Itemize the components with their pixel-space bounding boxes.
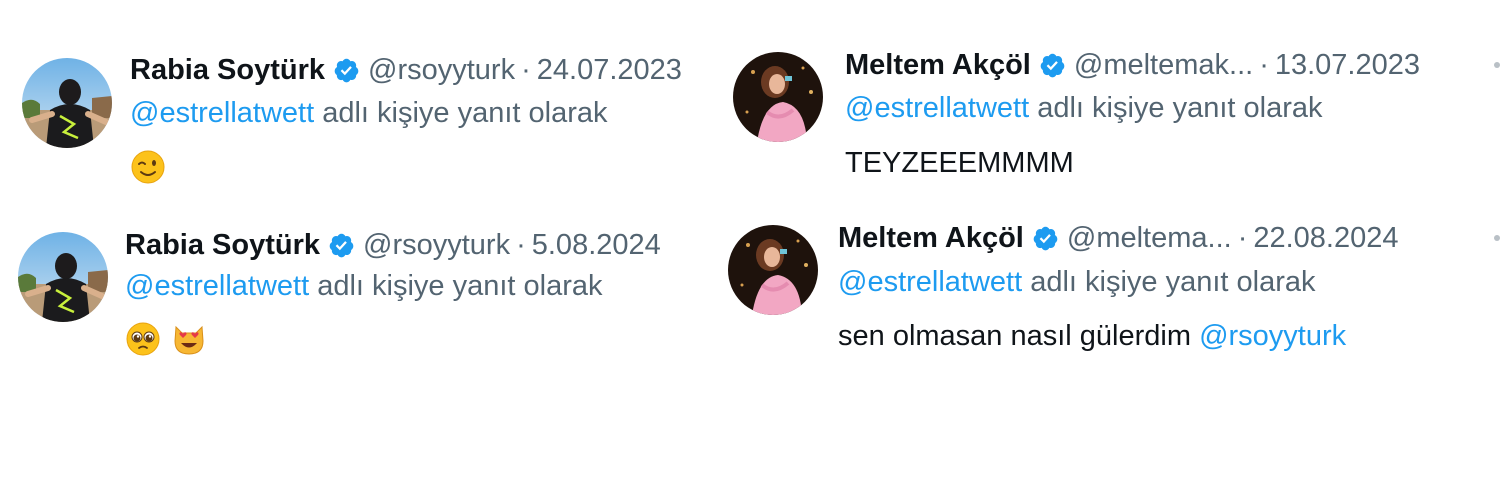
user-handle[interactable]: @meltemak... xyxy=(1074,47,1253,83)
avatar-rabia-image xyxy=(18,232,108,322)
verified-badge-icon xyxy=(1033,226,1058,250)
reply-mention-link[interactable]: @estrellatwett xyxy=(125,270,309,302)
tweet-date[interactable]: 24.07.2023 xyxy=(537,52,682,88)
winking-face-emoji xyxy=(131,150,165,184)
avatar-rabia-image xyxy=(22,58,112,148)
avatar-meltem[interactable] xyxy=(728,225,818,315)
tweet-body xyxy=(125,320,217,357)
separator-dot: · xyxy=(1237,222,1248,254)
reply-context: @estrellatwett adlı kişiye yanıt olarak xyxy=(838,264,1316,300)
verified-badge-icon xyxy=(334,58,359,82)
reply-mention-link[interactable]: @estrellatwett xyxy=(845,92,1029,124)
avatar-meltem[interactable] xyxy=(733,52,823,142)
tweet-date[interactable]: 5.08.2024 xyxy=(532,227,661,263)
tweet-body xyxy=(130,148,176,185)
reply-context-text: adlı kişiye yanıt olarak xyxy=(314,97,608,129)
avatar-rabia[interactable] xyxy=(22,58,112,148)
tweet-header: Rabia Soytürk @rsoyyturk · 5.08.2024 xyxy=(125,227,661,263)
verified-badge-icon xyxy=(1040,53,1065,77)
separator-dot: · xyxy=(1259,49,1269,81)
display-name[interactable]: Meltem Akçöl xyxy=(838,220,1024,256)
verified-badge-icon xyxy=(329,233,354,257)
tweet-date[interactable]: 22.08.2024 xyxy=(1253,220,1398,256)
avatar-meltem-image xyxy=(733,52,823,142)
tweet-header: Meltem Akçöl @meltemak... · 13.07.2023 xyxy=(845,47,1420,83)
more-options-icon[interactable] xyxy=(1494,235,1500,241)
reply-context-text: adlı kişiye yanıt olarak xyxy=(1029,92,1323,124)
reply-context: @estrellatwett adlı kişiye yanıt olarak xyxy=(130,95,608,131)
user-handle[interactable]: @meltema... xyxy=(1067,220,1232,256)
separator-dot: · xyxy=(521,54,531,86)
user-handle[interactable]: @rsoyyturk xyxy=(368,52,515,88)
reply-mention-link[interactable]: @estrellatwett xyxy=(838,266,1022,298)
tweet-header: Rabia Soytürk @rsoyyturk · 24.07.2023 xyxy=(130,52,682,88)
reply-context-text: adlı kişiye yanıt olarak xyxy=(309,270,603,302)
avatar-meltem-image xyxy=(728,225,818,315)
display-name[interactable]: Meltem Akçöl xyxy=(845,47,1031,83)
tweet-text: sen olmasan nasıl gülerdim xyxy=(838,320,1200,352)
body-mention-link[interactable]: @rsoyyturk xyxy=(1199,320,1346,352)
display-name[interactable]: Rabia Soytürk xyxy=(125,227,320,263)
reply-mention-link[interactable]: @estrellatwett xyxy=(130,97,314,129)
avatar-rabia[interactable] xyxy=(18,232,108,322)
reply-context-text: adlı kişiye yanıt olarak xyxy=(1022,266,1316,298)
reply-context: @estrellatwett adlı kişiye yanıt olarak xyxy=(125,268,603,304)
tweet-date[interactable]: 13.07.2023 xyxy=(1275,47,1420,83)
pleading-face-emoji xyxy=(126,322,160,356)
user-handle[interactable]: @rsoyyturk xyxy=(363,227,510,263)
separator-dot: · xyxy=(516,229,526,261)
tweet-text: TEYZEEEMMMM xyxy=(845,147,1074,179)
tweet-header: Meltem Akçöl @meltema... · 22.08.2024 xyxy=(838,220,1399,256)
display-name[interactable]: Rabia Soytürk xyxy=(130,52,325,88)
tweet-body: TEYZEEEMMMM xyxy=(845,145,1074,181)
more-options-icon[interactable] xyxy=(1494,62,1500,68)
reply-context: @estrellatwett adlı kişiye yanıt olarak xyxy=(845,90,1323,126)
tweet-body: sen olmasan nasıl gülerdim @rsoyyturk xyxy=(838,318,1346,354)
heart-eyes-cat-emoji xyxy=(174,326,204,355)
